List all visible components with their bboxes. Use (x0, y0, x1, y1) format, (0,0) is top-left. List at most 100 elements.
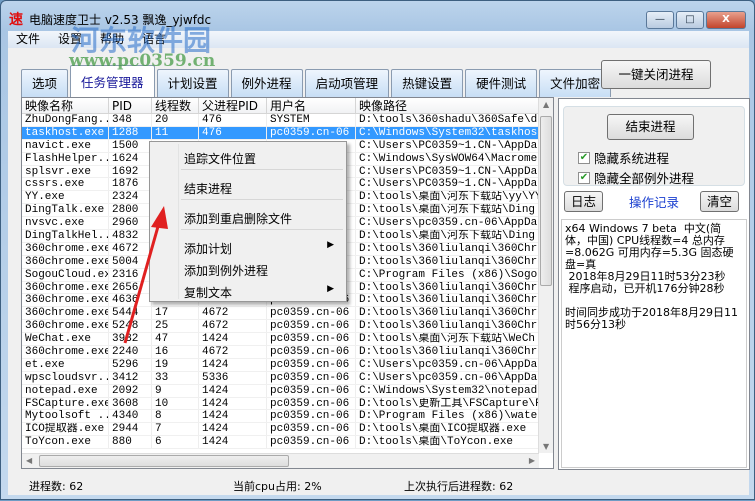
hide-exceptions-label: 隐藏全部例外进程 (594, 171, 695, 186)
table-row[interactable]: notepad.exe 2092 9 1424 pc0359.cn-06 C:\Windo… (22, 384, 553, 398)
tab-1[interactable]: 任务管理器 (70, 65, 155, 97)
column-header-1[interactable]: PID (109, 98, 152, 113)
tab-5[interactable]: 热键设置 (391, 69, 464, 97)
menu-separator (181, 199, 343, 200)
column-header-4[interactable]: 用户名 (267, 98, 356, 113)
table-cell: ICO提取器.exe (22, 423, 109, 436)
kill-all-processes-button[interactable]: 一键关闭进程 (601, 60, 711, 89)
menu-separator (181, 229, 343, 230)
checkbox-checked-icon[interactable]: ✔ (578, 151, 590, 164)
table-cell: 360chrome.exe (22, 320, 109, 333)
maximize-button[interactable]: □ (676, 11, 704, 29)
menu-2[interactable]: 帮助 (100, 31, 124, 48)
column-header-3[interactable]: 父进程PID (199, 98, 267, 113)
table-cell: pc0359.cn-06 (267, 320, 356, 333)
table-cell: 4340 (109, 410, 152, 423)
column-header-0[interactable]: 映像名称 (22, 98, 109, 113)
table-row[interactable]: taskhost.exe 1288 11 476 pc0359.cn-06 C:\Wind… (22, 126, 553, 140)
table-cell: cssrs.exe (22, 178, 109, 191)
table-cell: pc0359.cn-06 (267, 410, 356, 423)
table-cell: 5296 (109, 358, 152, 371)
table-row[interactable]: wpscloudsvr... 3412 33 5336 pc0359.cn-06 C:\U… (22, 371, 553, 385)
table-cell: 1624 (109, 152, 152, 165)
tab-4[interactable]: 启动项管理 (304, 69, 390, 97)
table-row[interactable]: ToYcon.exe 880 6 1424 pc0359.cn-06 D:\tools\桌… (22, 436, 553, 450)
tab-0[interactable]: 选项 (21, 69, 69, 97)
table-cell: ZhuDongFang... (22, 114, 109, 126)
log-button[interactable]: 日志 (564, 191, 603, 212)
log-textbox[interactable]: x64 Windows 7 beta 中文(简体，中国) CPU线程数=4 总内… (561, 219, 747, 468)
table-cell: nvsvc.exe (22, 217, 109, 230)
end-process-button[interactable]: 结束进程 (607, 114, 694, 140)
submenu-arrow-icon: ▶ (327, 240, 334, 250)
table-cell: D:\tools\360shadu\360Safe\deep (356, 114, 540, 126)
vertical-scrollbar[interactable]: ▲ ▼ (538, 98, 553, 453)
table-cell: 4832 (109, 230, 152, 242)
vertical-scroll-thumb[interactable] (540, 116, 552, 286)
table-row[interactable]: Mytoolsoft ... 4340 8 1424 pc0359.cn-06 D:\Pr… (22, 410, 553, 424)
context-menu-item[interactable]: 追踪文件位置 (184, 150, 342, 167)
options-group: 结束进程 ✔ 隐藏系统进程 ✔ 隐藏全部例外进程 (563, 106, 745, 186)
table-cell: 360chrome.exe (22, 346, 109, 358)
menu-0[interactable]: 文件 (16, 31, 40, 48)
table-cell: D:\tools\桌面\河东下载站\yy\YY (356, 191, 540, 204)
tab-3[interactable]: 例外进程 (230, 69, 303, 97)
hide-system-label: 隐藏系统进程 (594, 151, 670, 166)
app-window: 速 电脑速度卫士 v2.53 飘逸_yjwfdc — □ X 文件 设置 帮助 语言 … (0, 0, 755, 500)
context-menu-item[interactable]: 添加到例外进程 (184, 262, 342, 279)
table-cell: C:\Users\pc0359.cn-06\AppData\ (356, 217, 540, 230)
tab-2[interactable]: 计划设置 (156, 69, 229, 97)
minimize-button[interactable]: — (646, 11, 674, 29)
hide-exceptions-checkbox[interactable]: ✔ 隐藏全部例外进程 (578, 168, 694, 187)
menu-1[interactable]: 设置 (58, 31, 82, 48)
table-cell: D:\tools\更新工具\FSCapture\FS (356, 397, 540, 410)
context-menu-item[interactable]: 添加到重启删除文件 (184, 210, 342, 227)
scroll-up-icon[interactable]: ▲ (543, 100, 549, 109)
clear-button[interactable]: 清空 (700, 191, 739, 212)
table-cell: 348 (109, 114, 152, 126)
table-cell: C:\Users\PC0359~1.CN-\AppData\ (356, 178, 540, 191)
table-cell: 5004 (109, 255, 152, 268)
column-header-2[interactable]: 线程数 (152, 98, 199, 113)
table-cell: 2316 (109, 268, 152, 281)
table-cell: DingTalk.exe (22, 204, 109, 217)
horizontal-scroll-thumb[interactable] (39, 455, 289, 467)
table-row[interactable]: et.exe 5296 19 1424 pc0359.cn-06 C:\Users\pc0… (22, 358, 553, 372)
table-cell: D:\tools\桌面\河东下载站\Ding (356, 230, 540, 242)
table-row[interactable]: ZhuDongFang... 348 20 476 SYSTEM D:\tools\360… (22, 114, 553, 127)
table-row[interactable]: 360chrome.exe 5444 17 4672 pc0359.cn-06 D:\to… (22, 307, 553, 321)
table-cell: 2656 (109, 281, 152, 294)
table-cell: 2240 (109, 346, 152, 358)
context-menu-item[interactable]: 添加计划 ▶ (184, 240, 342, 257)
table-row[interactable]: FSCapture.exe 3608 10 1424 pc0359.cn-06 D:\to… (22, 397, 553, 411)
scroll-right-icon[interactable]: ▶ (529, 456, 535, 465)
hide-system-checkbox[interactable]: ✔ 隐藏系统进程 (578, 148, 669, 167)
table-cell: D:\tools\360liulanqi\360Chrom (356, 320, 540, 333)
table-cell: C:\Users\PC0359~1.CN-\AppData\ (356, 165, 540, 178)
table-cell: wpscloudsvr... (22, 371, 109, 384)
context-menu-item[interactable]: 结束进程 (184, 180, 342, 197)
close-button[interactable]: X (706, 11, 746, 29)
column-header-5[interactable]: 映像路径 (356, 98, 540, 113)
table-row[interactable]: ICO提取器.exe 2944 7 1424 pc0359.cn-06 D:\tools\… (22, 423, 553, 437)
checkbox-checked-icon[interactable]: ✔ (578, 171, 590, 184)
table-cell: D:\tools\桌面\河东下载站\WeCh (356, 333, 540, 346)
table-row[interactable]: 360chrome.exe 2240 16 4672 pc0359.cn-06 D:\to… (22, 346, 553, 359)
table-row[interactable]: 360chrome.exe 5248 25 4672 pc0359.cn-06 D:\to… (22, 320, 553, 334)
table-cell: pc0359.cn-06 (267, 346, 356, 358)
table-cell: 4672 (109, 242, 152, 255)
table-cell: 1424 (199, 397, 267, 410)
submenu-arrow-icon: ▶ (327, 284, 334, 294)
table-cell: 1424 (199, 384, 267, 397)
scroll-left-icon[interactable]: ◀ (26, 456, 32, 465)
table-row[interactable]: WeChat.exe 3932 47 1424 pc0359.cn-06 D:\tools… (22, 333, 553, 347)
scroll-down-icon[interactable]: ▼ (543, 442, 549, 451)
tab-6[interactable]: 硬件测试 (465, 69, 538, 97)
table-cell: pc0359.cn-06 (267, 384, 356, 397)
table-cell: 1500 (109, 139, 152, 152)
menu-3[interactable]: 语言 (142, 31, 166, 48)
table-cell: ToYcon.exe (22, 436, 109, 449)
context-menu-item[interactable]: 复制文本 ▶ (184, 284, 342, 301)
horizontal-scrollbar[interactable]: ◀ ▶ (22, 453, 539, 468)
table-cell: C:\Users\pc0359.cn-06\AppData\ (356, 371, 540, 384)
